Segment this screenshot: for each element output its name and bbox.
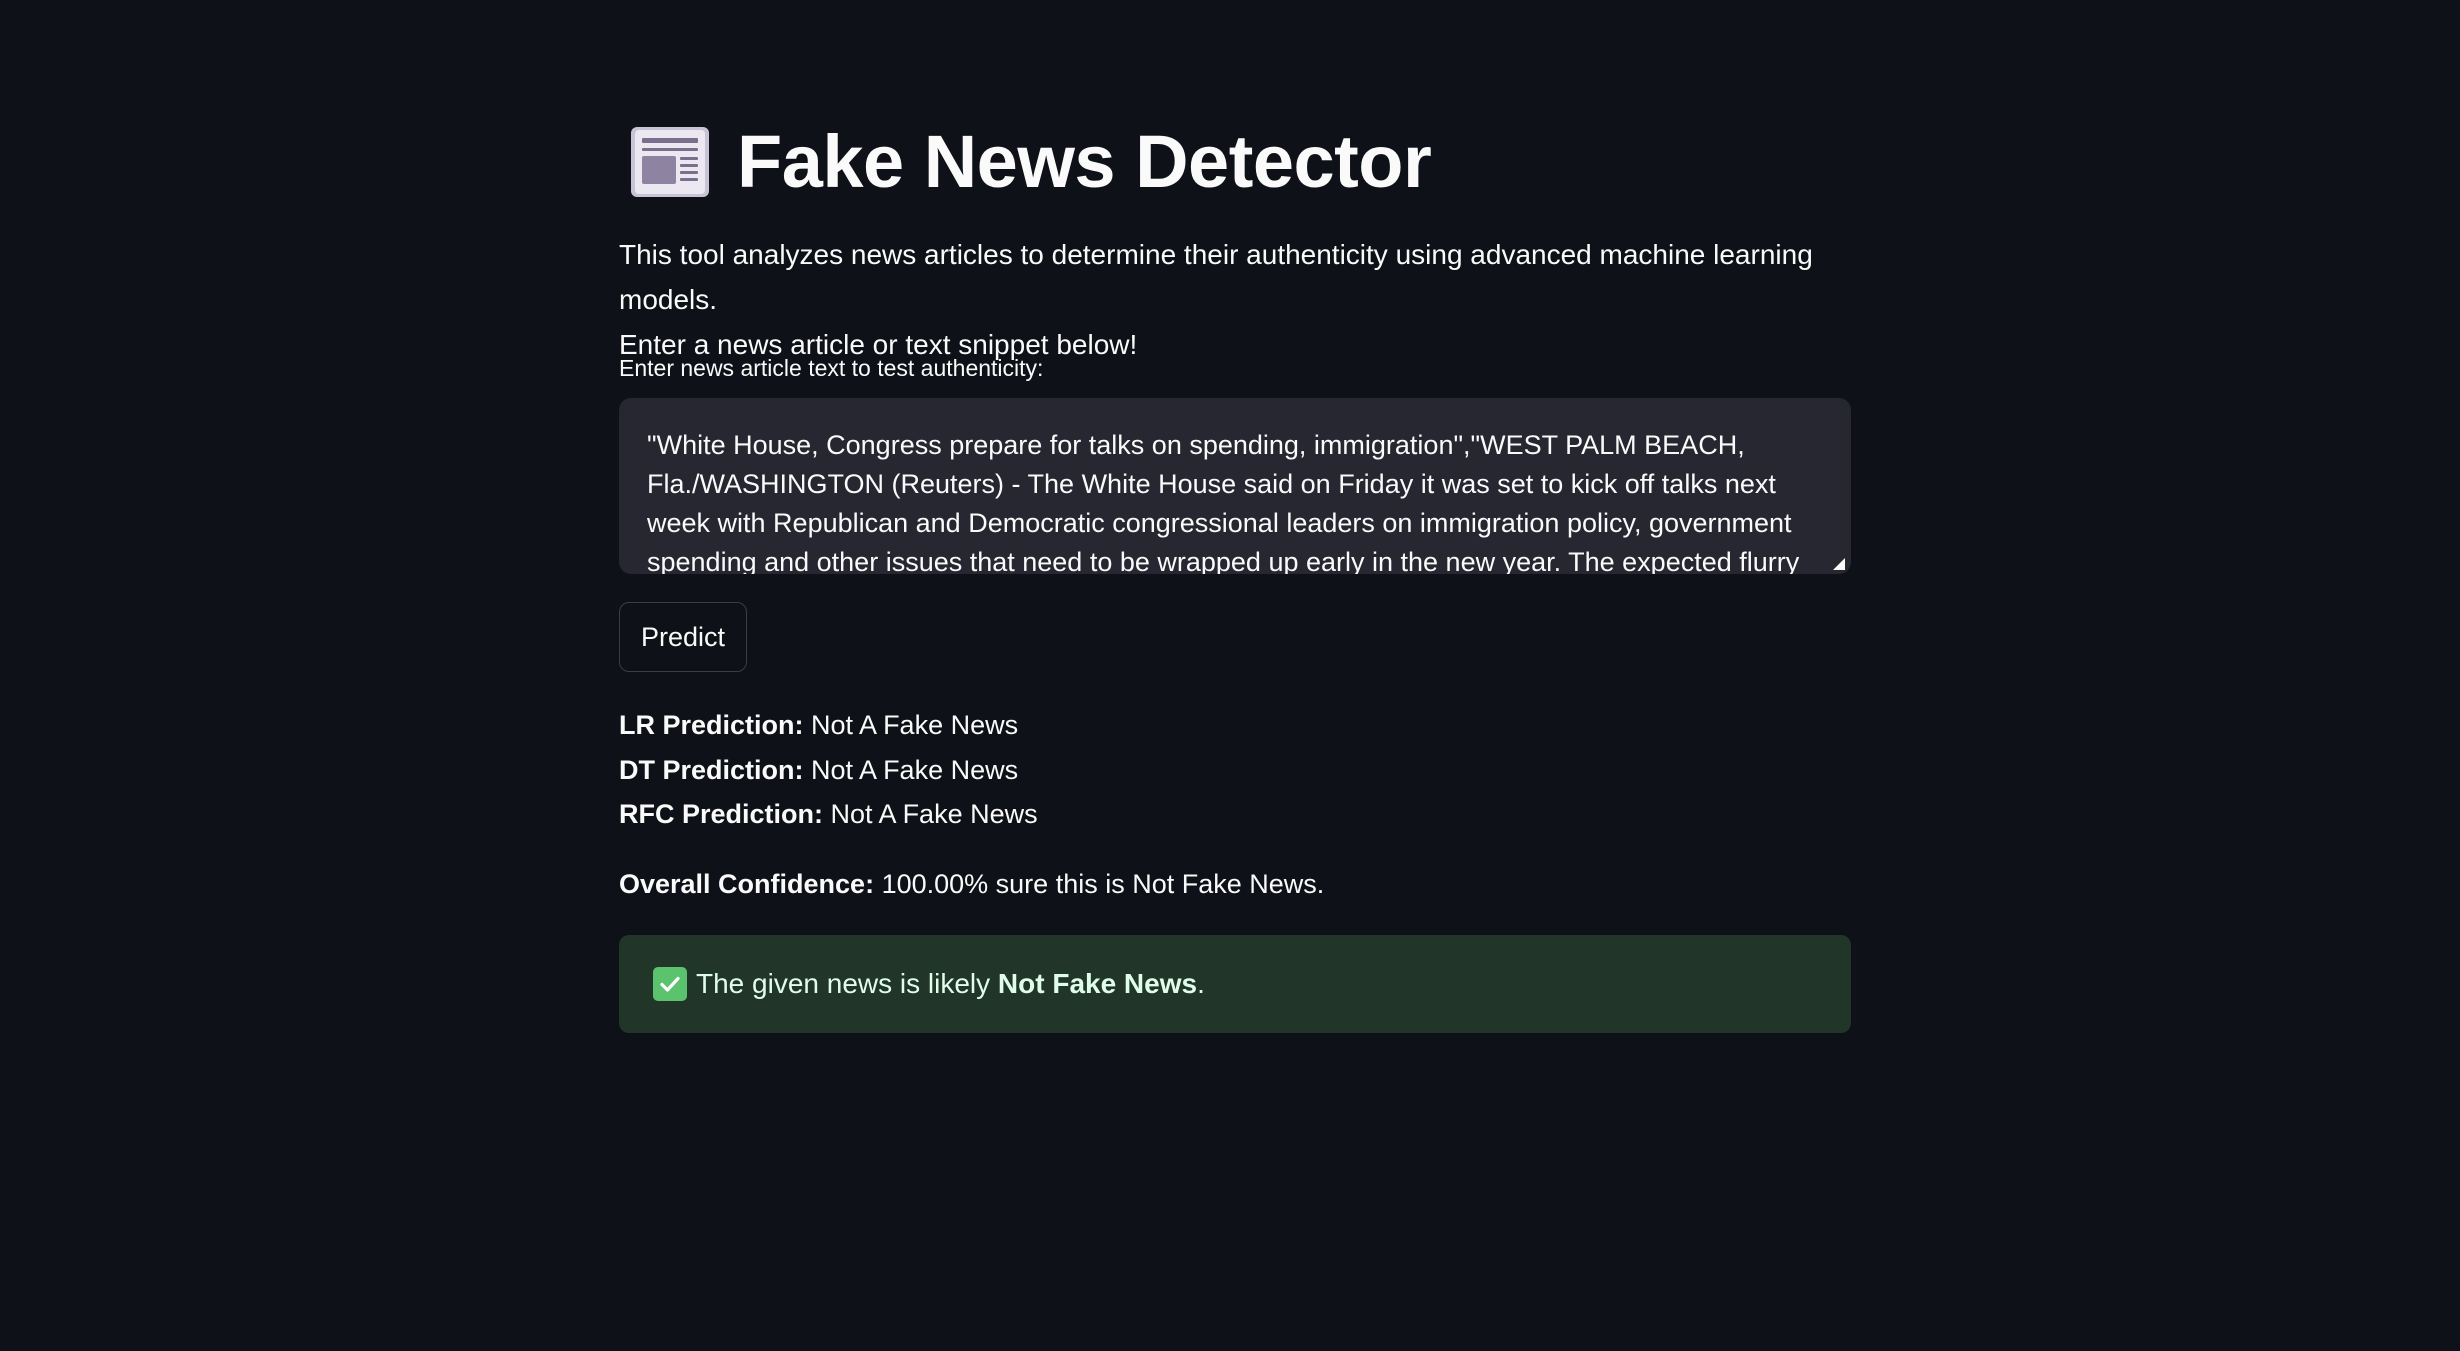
alert-message: The given news is likely Not Fake News.	[696, 968, 1205, 1000]
dt-prediction: DT Prediction: Not A Fake News	[619, 748, 1038, 793]
check-mark-icon	[653, 967, 687, 1001]
success-alert: The given news is likely Not Fake News.	[619, 935, 1851, 1033]
article-input-container	[619, 398, 1851, 574]
resize-handle-icon[interactable]	[1833, 558, 1845, 570]
dt-prediction-label: DT Prediction:	[619, 754, 804, 785]
page-title: Fake News Detector	[737, 120, 1432, 203]
intro-text: This tool analyzes news articles to dete…	[619, 232, 1869, 367]
lr-prediction-label: LR Prediction:	[619, 710, 804, 740]
alert-prefix: The given news is likely	[696, 968, 998, 999]
overall-confidence: Overall Confidence: 100.00% sure this is…	[619, 862, 1324, 906]
confidence-label: Overall Confidence:	[619, 869, 875, 899]
rfc-prediction-label: RFC Prediction:	[619, 799, 824, 829]
predict-button[interactable]: Predict	[619, 602, 748, 672]
intro-line-1: This tool analyzes news articles to dete…	[619, 239, 1813, 315]
header: Fake News Detector	[619, 112, 1432, 212]
lr-prediction: LR Prediction: Not A Fake News	[619, 703, 1038, 748]
dt-prediction-value: Not A Fake News	[803, 754, 1019, 785]
confidence-value: 100.00% sure this is Not Fake News.	[874, 869, 1325, 899]
rfc-prediction-value: Not A Fake News	[823, 799, 1038, 829]
rfc-prediction: RFC Prediction: Not A Fake News	[619, 792, 1038, 837]
article-input-label: Enter news article text to test authenti…	[619, 355, 1044, 381]
prediction-results: LR Prediction: Not A Fake News DT Predic…	[619, 703, 1038, 837]
article-text-input[interactable]	[619, 398, 1851, 574]
lr-prediction-value: Not A Fake News	[803, 710, 1019, 740]
alert-suffix: .	[1197, 968, 1205, 999]
alert-verdict: Not Fake News	[997, 968, 1198, 999]
newspaper-icon	[629, 124, 711, 200]
